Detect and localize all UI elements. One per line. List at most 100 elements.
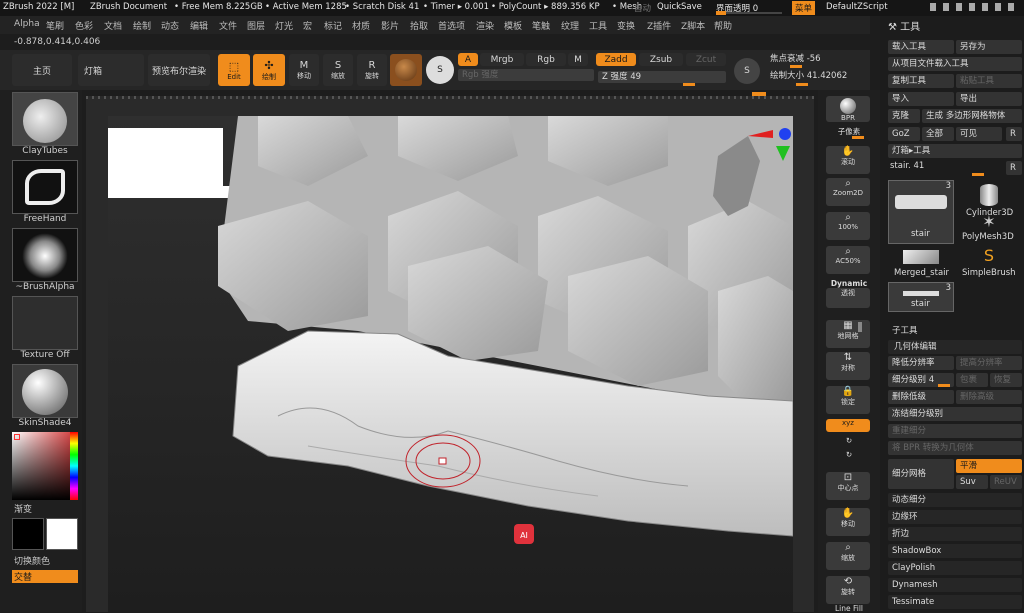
menu-zscript[interactable]: Z脚本: [681, 19, 705, 32]
edgeloop-header[interactable]: 边缘环: [888, 510, 1022, 524]
menu-texture[interactable]: 纹理: [561, 19, 579, 32]
tool-thumb-stair-2[interactable]: 3 stair: [888, 282, 954, 312]
shadowbox-header[interactable]: ShadowBox: [888, 544, 1022, 558]
crease-header[interactable]: 折边: [888, 527, 1022, 541]
claypolish-header[interactable]: ClayPolish: [888, 561, 1022, 575]
frame-button[interactable]: ⊡ 中心点: [826, 472, 870, 500]
current-tool-slider[interactable]: stair. 41: [890, 161, 924, 171]
floor-button[interactable]: ▦ 地网格: [826, 320, 870, 348]
edit-button[interactable]: ⬚ Edit: [218, 54, 250, 86]
menu-alpha[interactable]: Alpha: [14, 19, 40, 29]
gradient-label[interactable]: 渐变: [14, 502, 32, 515]
color-picker-marker[interactable]: [14, 434, 20, 440]
rstr-button[interactable]: 恢复: [990, 373, 1022, 387]
zoom2d-button[interactable]: ⌕ Zoom2D: [826, 178, 870, 206]
local-symmetry-button[interactable]: ⇅ 对称: [826, 352, 870, 380]
menu-zplugin[interactable]: Z插件: [647, 19, 671, 32]
rotate-mini-icon-2[interactable]: ↻: [822, 450, 876, 459]
menu-draw[interactable]: 绘制: [133, 19, 151, 32]
material-thumbnail[interactable]: [12, 364, 78, 418]
menu-light[interactable]: 灯光: [275, 19, 293, 32]
default-zscript[interactable]: DefaultZScript: [826, 2, 888, 12]
rotate-button[interactable]: R 旋转: [357, 54, 387, 86]
switch-color-button[interactable]: 切换颜色: [14, 554, 50, 567]
half-size-button[interactable]: ⌕ AC50%: [826, 246, 870, 274]
restore-icon[interactable]: [956, 3, 962, 11]
tessimate-header[interactable]: Tessimate: [888, 595, 1022, 609]
lightbox-tools-button[interactable]: 灯箱▸工具: [888, 144, 1022, 158]
help-icon[interactable]: [995, 3, 1001, 11]
tool-thumb-polymesh[interactable]: ✶ PolyMesh3D: [956, 212, 1022, 246]
alternate-toggle[interactable]: 交替: [12, 570, 78, 583]
load-from-project-button[interactable]: 从项目文件载入工具: [888, 57, 1022, 71]
menu-material[interactable]: 材质: [352, 19, 370, 32]
r-button-1[interactable]: R: [1006, 127, 1022, 141]
menu-movie-dynamic[interactable]: 动态: [161, 19, 179, 32]
color-picker[interactable]: [12, 432, 78, 500]
scale-button[interactable]: S 缩放: [323, 54, 353, 86]
move-button[interactable]: M 移动: [289, 54, 319, 86]
sdiv-handle[interactable]: [938, 384, 950, 387]
menu-brush[interactable]: 笔刷: [46, 19, 64, 32]
reconstruct-subdiv-button[interactable]: 重建细分: [888, 424, 1022, 438]
focal-shift-slider[interactable]: 焦点衰减 -56: [766, 53, 862, 65]
texture-thumbnail[interactable]: [12, 296, 78, 350]
scroll-button[interactable]: ✋ 滚动: [826, 146, 870, 174]
shelf-collapse-arrow[interactable]: [858, 322, 862, 332]
transparency-handle[interactable]: [716, 11, 726, 15]
geometry-header[interactable]: 几何体编辑: [888, 340, 1022, 354]
menu-edit[interactable]: 编辑: [190, 19, 208, 32]
divide-button[interactable]: 细分网格: [888, 459, 954, 489]
z-intensity-handle[interactable]: [683, 83, 695, 86]
load-tool-button[interactable]: 载入工具: [888, 40, 954, 54]
copy-tool-button[interactable]: 复制工具: [888, 74, 954, 88]
hue-strip[interactable]: [70, 432, 78, 500]
layout-icon[interactable]: [969, 3, 975, 11]
subpixel-label[interactable]: 子像素: [822, 126, 876, 137]
visible-button[interactable]: 可见: [956, 127, 1002, 141]
menu-layer[interactable]: 图层: [247, 19, 265, 32]
zsub-toggle[interactable]: Zsub: [639, 53, 683, 66]
secondary-color-swatch[interactable]: [46, 518, 78, 550]
gyro-icon[interactable]: S: [426, 56, 454, 84]
z-intensity-slider[interactable]: Z 强度 49: [598, 71, 726, 83]
menu-macro[interactable]: 宏: [303, 19, 312, 32]
rotate-view-button[interactable]: ⟲ 旋转: [826, 576, 870, 604]
current-tool-slider-handle[interactable]: [972, 173, 984, 176]
make-polymesh-button[interactable]: 生成 多边形网格物体: [922, 109, 1022, 123]
tool-thumb-merged-stair[interactable]: Merged_stair: [888, 248, 954, 282]
main-color-swatch[interactable]: [12, 518, 44, 550]
subtool-header[interactable]: 子工具: [892, 324, 918, 336]
r-button-2[interactable]: R: [1006, 161, 1022, 175]
quicksave-button[interactable]: QuickSave: [657, 2, 702, 12]
viewport-scroll-handle[interactable]: [752, 92, 766, 96]
menu-movie[interactable]: 影片: [381, 19, 399, 32]
m-toggle[interactable]: M: [568, 53, 588, 66]
material-swatch[interactable]: [390, 54, 422, 86]
dynamic-subdiv-header[interactable]: 动态细分: [888, 493, 1022, 507]
a-toggle[interactable]: A: [458, 53, 478, 66]
menu-stencil[interactable]: 模板: [504, 19, 522, 32]
xyz-toggle[interactable]: xyz: [826, 419, 870, 432]
lock-button[interactable]: 🔒 锁定: [826, 386, 870, 414]
dynamesh-header[interactable]: Dynamesh: [888, 578, 1022, 592]
import-button[interactable]: 导入: [888, 92, 954, 106]
menu-help[interactable]: 帮助: [714, 19, 732, 32]
convert-bpr-button[interactable]: 将 BPR 转换为几何体: [888, 441, 1022, 455]
menu-tool[interactable]: 工具: [589, 19, 607, 32]
focal-shift-handle[interactable]: [790, 65, 802, 68]
clone-button[interactable]: 克隆: [888, 109, 920, 123]
menu-file[interactable]: 文件: [219, 19, 237, 32]
reuv-toggle[interactable]: ReUV: [990, 475, 1022, 489]
menu-picker[interactable]: 拾取: [410, 19, 428, 32]
maximize-icon[interactable]: [943, 3, 949, 11]
pin-icon[interactable]: [982, 3, 988, 11]
minimize-icon[interactable]: [930, 3, 936, 11]
zadd-toggle[interactable]: Zadd: [596, 53, 636, 66]
close-icon[interactable]: [1008, 3, 1014, 11]
zoom-view-button[interactable]: ⌕ 缩放: [826, 542, 870, 570]
draw-button[interactable]: ✣ 绘制: [253, 54, 285, 86]
stroke-symmetry-icon[interactable]: S: [734, 58, 760, 84]
3d-canvas[interactable]: AI: [108, 116, 793, 612]
bpr-preview-button[interactable]: 预览布尔渲染: [148, 54, 210, 86]
